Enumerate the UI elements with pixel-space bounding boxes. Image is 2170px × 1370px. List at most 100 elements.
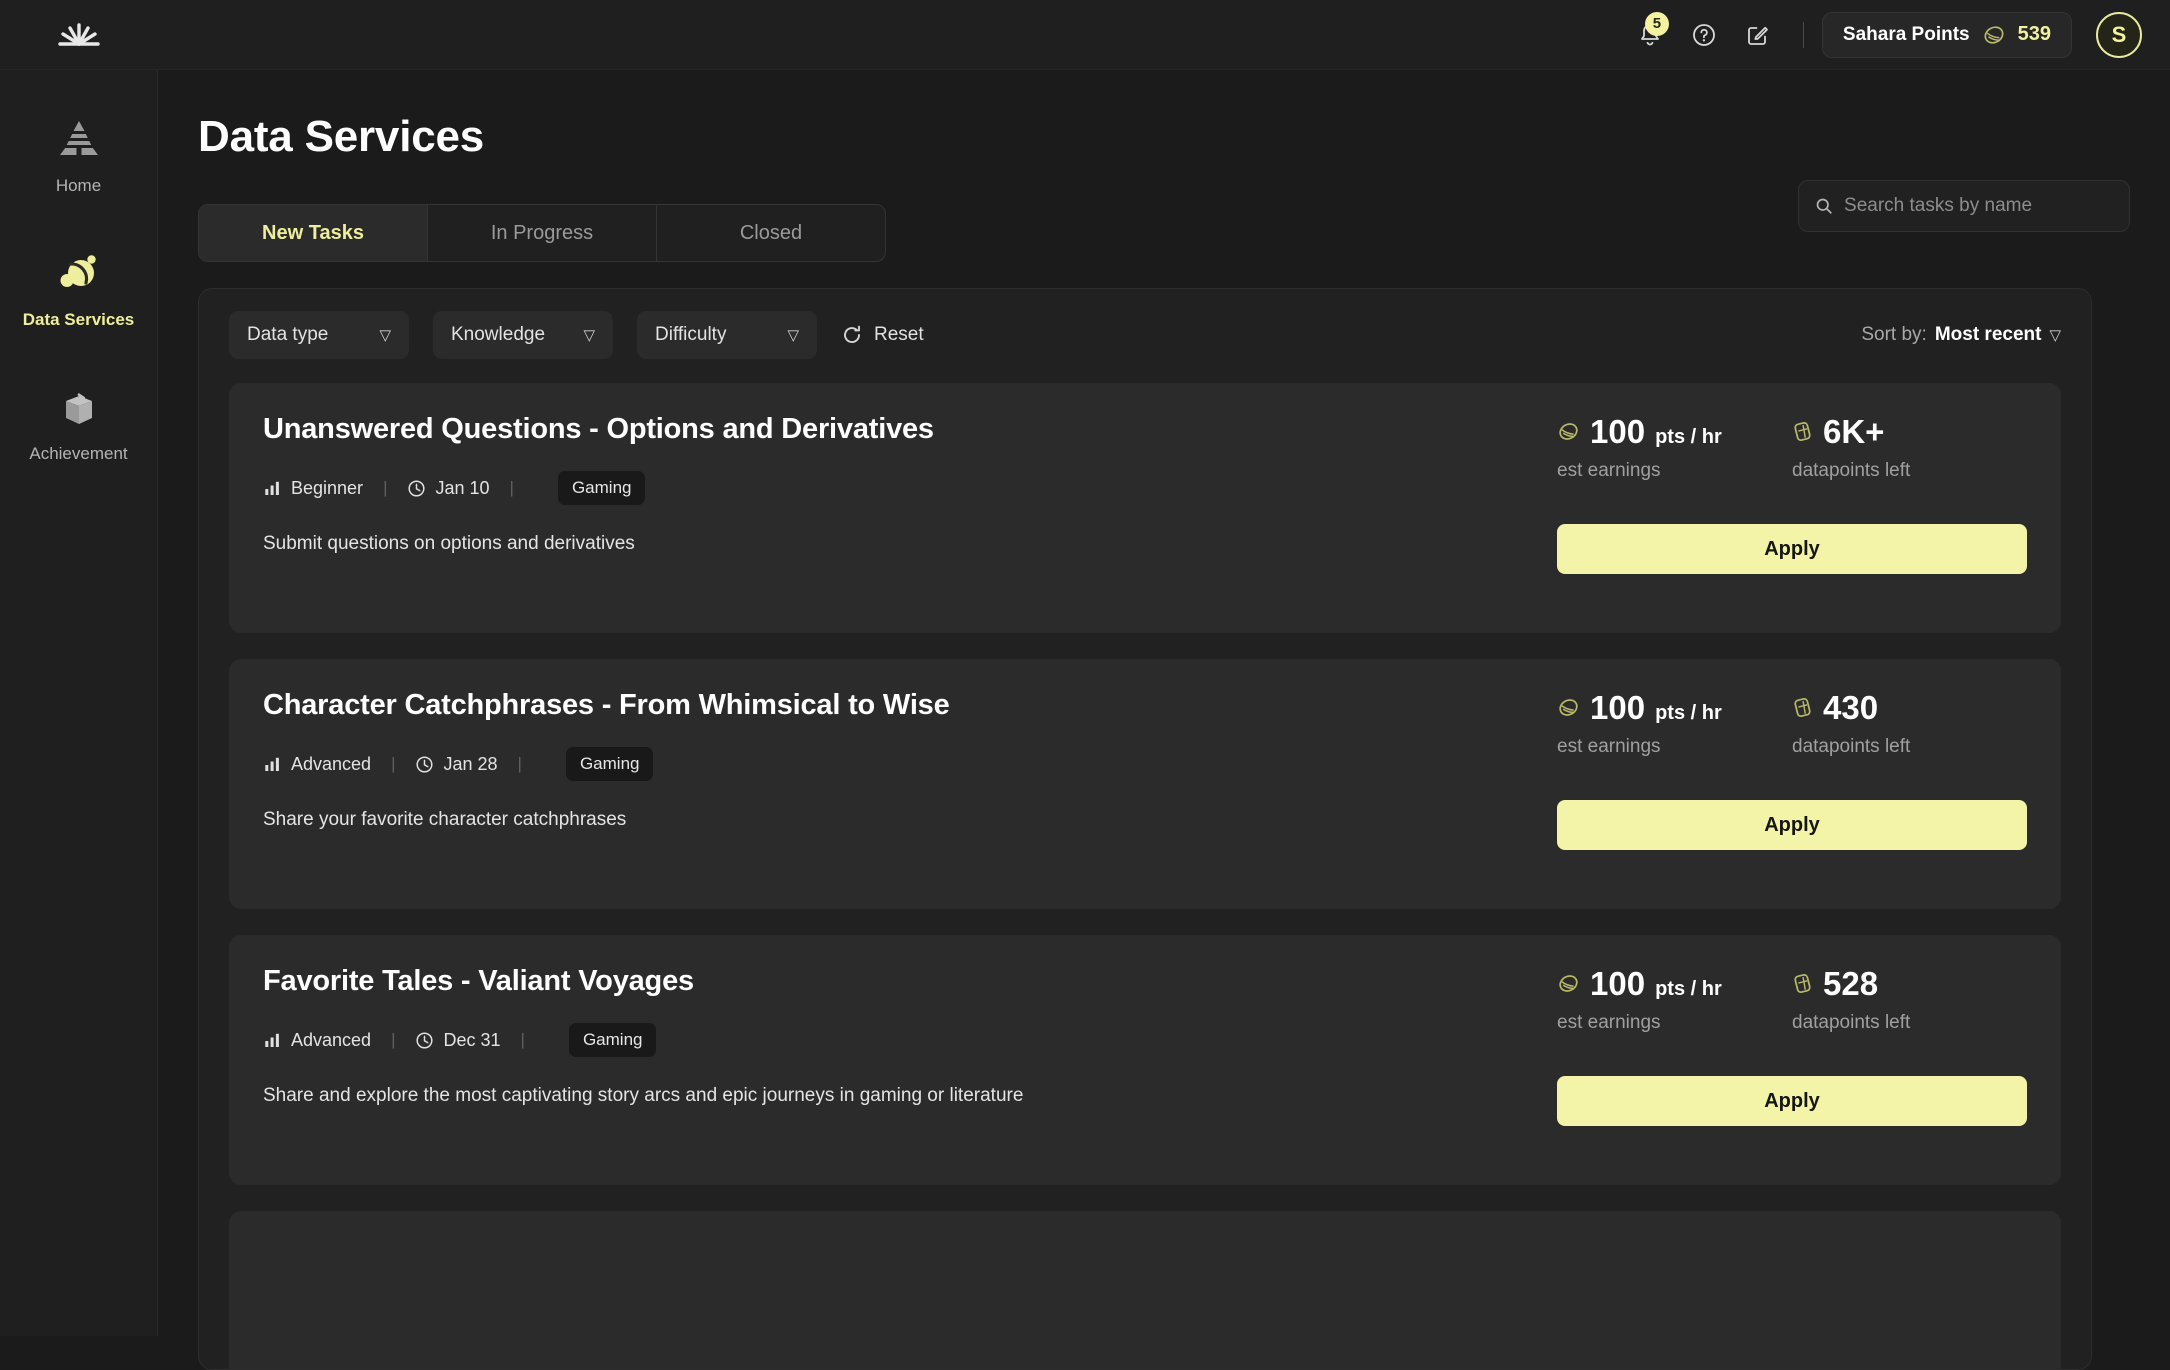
search-input[interactable] xyxy=(1844,195,2113,217)
task-status-tabs: New Tasks In Progress Closed xyxy=(198,204,886,262)
sort-by-value: Most recent xyxy=(1934,324,2042,345)
task-datapoints-value: 528 xyxy=(1823,965,1879,1002)
refresh-icon xyxy=(844,325,860,343)
compose-button[interactable] xyxy=(1731,8,1785,62)
top-bar-divider xyxy=(1802,21,1804,48)
filter-bar: Data type ▽ Knowledge ▽ Difficulty ▽ Res… xyxy=(229,311,2061,359)
meta-divider: | xyxy=(391,754,396,773)
top-bar-actions: 5 Sahara Points 539 S xyxy=(1623,8,2170,62)
task-datapoints-label: datapoints left xyxy=(1792,460,1911,481)
clock-icon xyxy=(416,755,434,773)
task-earnings-label: est earnings xyxy=(1557,736,1661,757)
apply-button[interactable]: Apply xyxy=(1557,524,2027,574)
meta-divider: | xyxy=(509,478,514,497)
sahara-points-label: Sahara Points xyxy=(1842,23,1970,45)
task-difficulty: Advanced xyxy=(263,754,371,775)
task-card-right: 100 pts / hr est earnings 430 datapoints… xyxy=(1557,689,2027,850)
filter-difficulty[interactable]: Difficulty ▽ xyxy=(637,311,817,359)
sort-by-prefix: Sort by: xyxy=(1861,324,1927,345)
task-date: Jan 28 xyxy=(415,753,498,775)
search-box[interactable] xyxy=(1798,180,2130,232)
task-earnings: 100 pts / hr est earnings xyxy=(1557,413,1792,482)
task-earnings-value: 100 xyxy=(1590,965,1646,1002)
chevron-down-icon: ▽ xyxy=(787,327,799,344)
main-content: Data Services New Tasks In Progress Clos… xyxy=(158,70,2170,1370)
data-services-icon xyxy=(53,248,105,298)
tab-new-tasks[interactable]: New Tasks xyxy=(199,205,428,261)
task-earnings: 100 pts / hr est earnings xyxy=(1557,689,1792,758)
chevron-down-icon: ▽ xyxy=(2049,327,2061,344)
coin-stack-icon xyxy=(1559,699,1578,716)
sort-by-control[interactable]: Sort by: Most recent ▽ xyxy=(1861,324,2061,346)
task-datapoints-label: datapoints left xyxy=(1792,1012,1911,1033)
coin-stack-icon xyxy=(1559,975,1578,992)
meta-divider: | xyxy=(383,478,388,497)
help-button[interactable] xyxy=(1677,8,1731,62)
task-datapoints: 528 datapoints left xyxy=(1792,965,2027,1034)
notifications-button[interactable]: 5 xyxy=(1623,8,1677,62)
task-list: Unanswered Questions - Options and Deriv… xyxy=(229,383,2061,1369)
edit-square-icon xyxy=(1748,26,1768,45)
bar-chart-icon xyxy=(265,1033,279,1047)
sidebar-item-label: Data Services xyxy=(22,310,135,329)
task-card-3[interactable]: Favorite Tales - Valiant Voyages Advance… xyxy=(229,935,2061,1185)
datapoint-icon xyxy=(1794,421,1811,442)
reset-label: Reset xyxy=(874,324,924,345)
task-earnings-unit: pts / hr xyxy=(1655,978,1722,1000)
bar-chart-icon xyxy=(265,757,279,771)
bar-chart-icon xyxy=(265,481,279,495)
chevron-down-icon: ▽ xyxy=(583,327,595,344)
sahara-points-value: 539 xyxy=(2017,23,2051,45)
task-card-2[interactable]: Character Catchphrases - From Whimsical … xyxy=(229,659,2061,909)
tab-closed[interactable]: Closed xyxy=(657,205,885,261)
filter-difficulty-label: Difficulty xyxy=(655,324,727,345)
task-card-right: 100 pts / hr est earnings 528 datapoints… xyxy=(1557,965,2027,1126)
sidebar-item-home[interactable]: Home xyxy=(0,114,157,196)
task-date-label: Jan 28 xyxy=(443,753,498,774)
task-date-label: Jan 10 xyxy=(435,477,490,498)
sidebar-item-label: Achievement xyxy=(29,444,128,463)
tab-in-progress[interactable]: In Progress xyxy=(428,205,657,261)
coin-stack-icon xyxy=(1559,423,1578,440)
task-stats: 100 pts / hr est earnings 6K+ datapoints… xyxy=(1557,413,2027,482)
top-bar: 5 Sahara Points 539 S xyxy=(0,0,2170,70)
task-stats: 100 pts / hr est earnings 528 datapoints… xyxy=(1557,965,2027,1034)
datapoint-icon xyxy=(1794,697,1811,718)
task-difficulty-label: Advanced xyxy=(291,753,372,774)
task-tag: Gaming xyxy=(568,1023,657,1057)
task-card-4[interactable] xyxy=(229,1211,2061,1369)
task-tag: Gaming xyxy=(557,471,646,505)
meta-divider: | xyxy=(391,1030,396,1049)
chevron-down-icon: ▽ xyxy=(379,327,391,344)
task-difficulty-label: Advanced xyxy=(291,1029,372,1050)
task-date: Jan 10 xyxy=(407,477,490,499)
app-logo[interactable] xyxy=(0,0,158,70)
reset-filters-button[interactable]: Reset xyxy=(841,324,924,346)
task-date: Dec 31 xyxy=(415,1030,501,1051)
filter-data-type[interactable]: Data type ▽ xyxy=(229,311,409,359)
filter-knowledge[interactable]: Knowledge ▽ xyxy=(433,311,613,359)
notification-badge: 5 xyxy=(1644,11,1669,36)
apply-button[interactable]: Apply xyxy=(1557,800,2027,850)
task-earnings-unit: pts / hr xyxy=(1655,426,1722,448)
sidebar-item-label: Home xyxy=(55,176,102,195)
meta-divider: | xyxy=(517,754,522,773)
task-datapoints: 430 datapoints left xyxy=(1792,689,2027,758)
task-difficulty: Beginner xyxy=(263,478,363,499)
task-earnings-value: 100 xyxy=(1590,689,1646,726)
tasks-panel: Data type ▽ Knowledge ▽ Difficulty ▽ Res… xyxy=(198,288,2092,1370)
task-card-1[interactable]: Unanswered Questions - Options and Deriv… xyxy=(229,383,2061,633)
meta-divider: | xyxy=(520,1030,525,1049)
sahara-points-pill[interactable]: Sahara Points 539 xyxy=(1821,11,2072,58)
filter-knowledge-label: Knowledge xyxy=(451,324,546,345)
sidebar-item-achievement[interactable]: Achievement xyxy=(0,382,157,464)
apply-button[interactable]: Apply xyxy=(1557,1076,2027,1126)
task-earnings: 100 pts / hr est earnings xyxy=(1557,965,1792,1034)
sidebar-item-data-services[interactable]: Data Services xyxy=(0,248,157,330)
task-datapoints-value: 6K+ xyxy=(1823,413,1885,450)
avatar-initial: S xyxy=(2111,21,2127,47)
sahara-starburst-logo-icon xyxy=(58,22,100,46)
avatar[interactable]: S xyxy=(2096,11,2142,58)
task-earnings-label: est earnings xyxy=(1557,1012,1661,1033)
task-earnings-label: est earnings xyxy=(1557,460,1661,481)
